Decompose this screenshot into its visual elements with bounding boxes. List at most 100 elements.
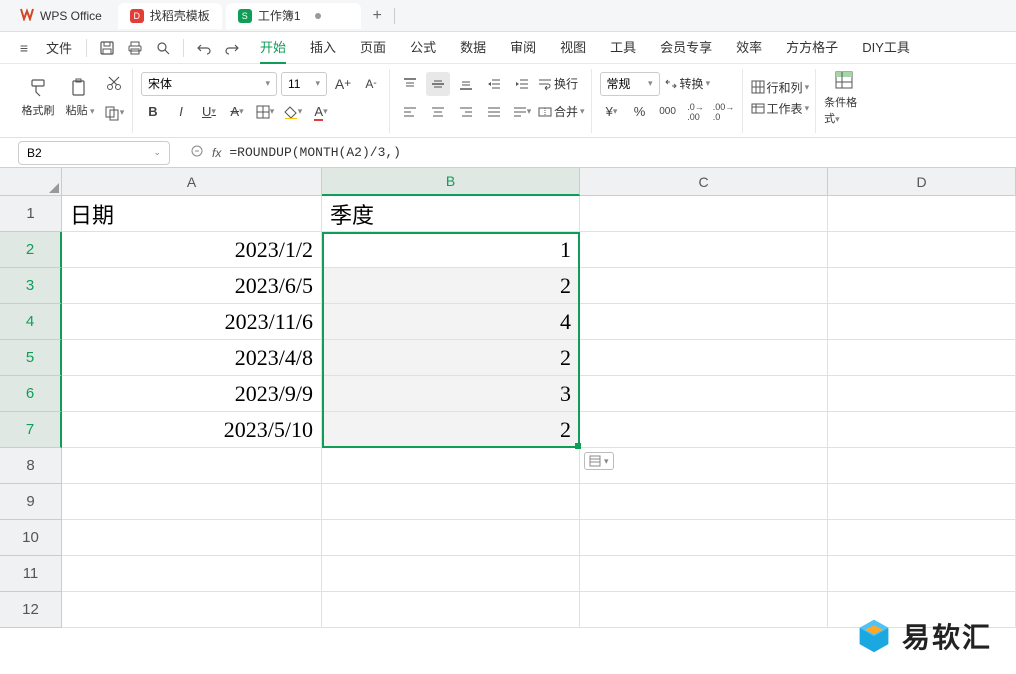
cell[interactable] <box>580 592 828 628</box>
cell[interactable]: 3 <box>322 376 580 412</box>
copy-icon[interactable]: ▾ <box>102 101 126 125</box>
comma-icon[interactable]: 000 <box>656 100 680 124</box>
tab-efficiency[interactable]: 效率 <box>736 31 762 64</box>
cell[interactable] <box>580 376 828 412</box>
cell[interactable] <box>322 448 580 484</box>
row-header[interactable]: 9 <box>0 484 62 520</box>
cell[interactable] <box>580 520 828 556</box>
italic-button[interactable]: I <box>169 100 193 124</box>
align-top-icon[interactable] <box>398 72 422 96</box>
name-box[interactable]: B2 ⌄ <box>18 141 170 165</box>
convert-button[interactable]: 转换▾ <box>664 75 711 92</box>
row-header[interactable]: 7 <box>0 412 62 448</box>
row-header[interactable]: 10 <box>0 520 62 556</box>
print-icon[interactable] <box>123 36 147 60</box>
save-icon[interactable] <box>95 36 119 60</box>
increase-decimal-icon[interactable]: .00→.0 <box>712 100 736 124</box>
cell[interactable] <box>580 556 828 592</box>
row-header[interactable]: 6 <box>0 376 62 412</box>
tab-diy[interactable]: DIY工具 <box>862 31 910 64</box>
align-left-icon[interactable] <box>398 100 422 124</box>
tab-template[interactable]: D 找稻壳模板 <box>118 3 222 29</box>
autofill-options-button[interactable]: ▾ <box>584 452 614 470</box>
bold-button[interactable]: B <box>141 100 165 124</box>
cell[interactable] <box>62 484 322 520</box>
redo-icon[interactable] <box>220 36 244 60</box>
cell[interactable] <box>580 268 828 304</box>
currency-icon[interactable]: ¥▾ <box>600 100 624 124</box>
undo-icon[interactable] <box>192 36 216 60</box>
cell[interactable] <box>580 196 828 232</box>
decrease-font-icon[interactable]: A- <box>359 72 383 96</box>
row-header[interactable]: 3 <box>0 268 62 304</box>
cell[interactable] <box>828 448 1016 484</box>
cell[interactable]: 4 <box>322 304 580 340</box>
cell[interactable]: 季度 <box>322 196 580 232</box>
tab-fangfang[interactable]: 方方格子 <box>786 31 838 64</box>
tab-data[interactable]: 数据 <box>460 31 486 64</box>
align-right-icon[interactable] <box>454 100 478 124</box>
cell[interactable] <box>580 304 828 340</box>
cell[interactable] <box>580 448 828 484</box>
font-name-select[interactable]: 宋体▾ <box>141 72 277 96</box>
cell[interactable] <box>580 340 828 376</box>
cell[interactable] <box>62 448 322 484</box>
cell[interactable] <box>322 520 580 556</box>
cell[interactable]: 2023/5/10 <box>62 412 322 448</box>
worksheet-button[interactable]: 工作表▾ <box>751 100 810 117</box>
tab-member[interactable]: 会员专享 <box>660 31 712 64</box>
decrease-decimal-icon[interactable]: .0→.00 <box>684 100 708 124</box>
increase-indent-icon[interactable] <box>510 72 534 96</box>
increase-font-icon[interactable]: A+ <box>331 72 355 96</box>
cut-icon[interactable] <box>102 71 126 95</box>
fill-color-button[interactable]: ▾ <box>281 100 305 124</box>
row-header[interactable]: 11 <box>0 556 62 592</box>
tab-insert[interactable]: 插入 <box>310 31 336 64</box>
cell[interactable] <box>828 196 1016 232</box>
strikethrough-button[interactable]: A▾ <box>225 100 249 124</box>
tab-tools[interactable]: 工具 <box>610 31 636 64</box>
row-header[interactable]: 4 <box>0 304 62 340</box>
print-preview-icon[interactable] <box>151 36 175 60</box>
align-center-icon[interactable] <box>426 100 450 124</box>
paste-button[interactable]: 粘贴 ▾ <box>60 69 100 127</box>
tab-start[interactable]: 开始 <box>260 31 286 64</box>
cell[interactable]: 2 <box>322 268 580 304</box>
col-header-B[interactable]: B <box>322 168 580 196</box>
cell[interactable]: 1 <box>322 232 580 268</box>
cell[interactable] <box>828 232 1016 268</box>
file-menu[interactable]: 文件 <box>40 38 78 57</box>
fx-icon[interactable]: fx <box>212 146 221 160</box>
tab-view[interactable]: 视图 <box>560 31 586 64</box>
cell[interactable] <box>828 556 1016 592</box>
menu-hamburger-icon[interactable]: ≡ <box>12 36 36 60</box>
col-header-C[interactable]: C <box>580 168 828 196</box>
distribute-icon[interactable]: ▾ <box>510 100 534 124</box>
justify-icon[interactable] <box>482 100 506 124</box>
cell[interactable] <box>580 232 828 268</box>
cell[interactable] <box>62 520 322 556</box>
format-painter-button[interactable]: 格式刷 <box>18 69 58 127</box>
col-header-D[interactable]: D <box>828 168 1016 196</box>
wrap-text-button[interactable]: 换行 <box>538 75 578 92</box>
font-size-select[interactable]: 11▾ <box>281 72 327 96</box>
align-middle-icon[interactable] <box>426 72 450 96</box>
cell[interactable] <box>62 592 322 628</box>
add-tab-button[interactable]: + <box>373 7 382 25</box>
borders-button[interactable]: ▾ <box>253 100 277 124</box>
cell[interactable] <box>322 484 580 520</box>
tab-review[interactable]: 审阅 <box>510 31 536 64</box>
row-header[interactable]: 1 <box>0 196 62 232</box>
cell[interactable] <box>580 412 828 448</box>
merge-button[interactable]: 合并▾ <box>538 103 585 120</box>
cell[interactable]: 2023/6/5 <box>62 268 322 304</box>
row-header[interactable]: 5 <box>0 340 62 376</box>
cell[interactable] <box>62 556 322 592</box>
cell[interactable] <box>322 592 580 628</box>
cancel-formula-icon[interactable] <box>190 144 204 161</box>
font-color-button[interactable]: A▾ <box>309 100 333 124</box>
tab-formula[interactable]: 公式 <box>410 31 436 64</box>
formula-input[interactable] <box>229 145 1008 160</box>
cell[interactable]: 2023/9/9 <box>62 376 322 412</box>
cell[interactable]: 2023/4/8 <box>62 340 322 376</box>
